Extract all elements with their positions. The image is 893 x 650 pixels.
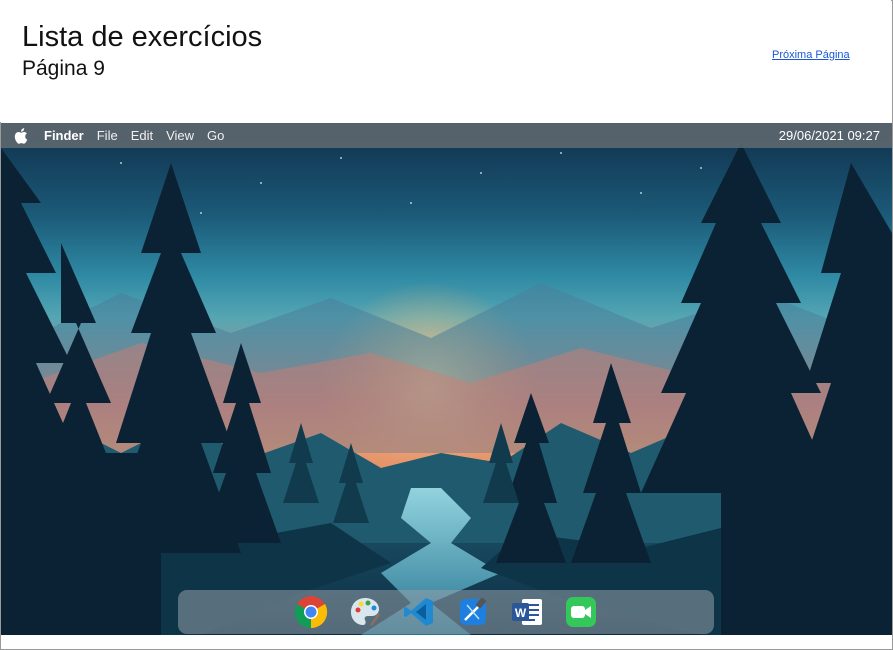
dock: W (178, 590, 714, 634)
menubar-clock: 29/06/2021 09:27 (778, 128, 880, 143)
menu-item-view[interactable]: View (166, 128, 194, 143)
menu-item-edit[interactable]: Edit (131, 128, 153, 143)
apple-icon[interactable] (14, 127, 30, 145)
word-icon[interactable]: W (509, 594, 545, 630)
desktop: Finder File Edit View Go 29/06/2021 09:2… (1, 123, 892, 635)
page-subtitle: Página 9 (22, 57, 105, 80)
chrome-icon[interactable] (293, 594, 329, 630)
palette-icon[interactable] (347, 594, 383, 630)
xcode-icon[interactable] (455, 594, 491, 630)
menu-item-file[interactable]: File (97, 128, 118, 143)
menu-app-finder[interactable]: Finder (44, 128, 84, 143)
svg-text:W: W (515, 606, 527, 620)
vscode-icon[interactable] (401, 594, 437, 630)
next-page-link[interactable]: Próxima Página (772, 49, 850, 61)
page-header: Lista de exercícios Página 9 Próxima Pág… (0, 0, 891, 122)
wallpaper (1, 143, 892, 635)
menubar: Finder File Edit View Go 29/06/2021 09:2… (1, 123, 892, 148)
menu-item-go[interactable]: Go (207, 128, 224, 143)
page-title: Lista de exercícios (22, 21, 263, 53)
facetime-icon[interactable] (563, 594, 599, 630)
